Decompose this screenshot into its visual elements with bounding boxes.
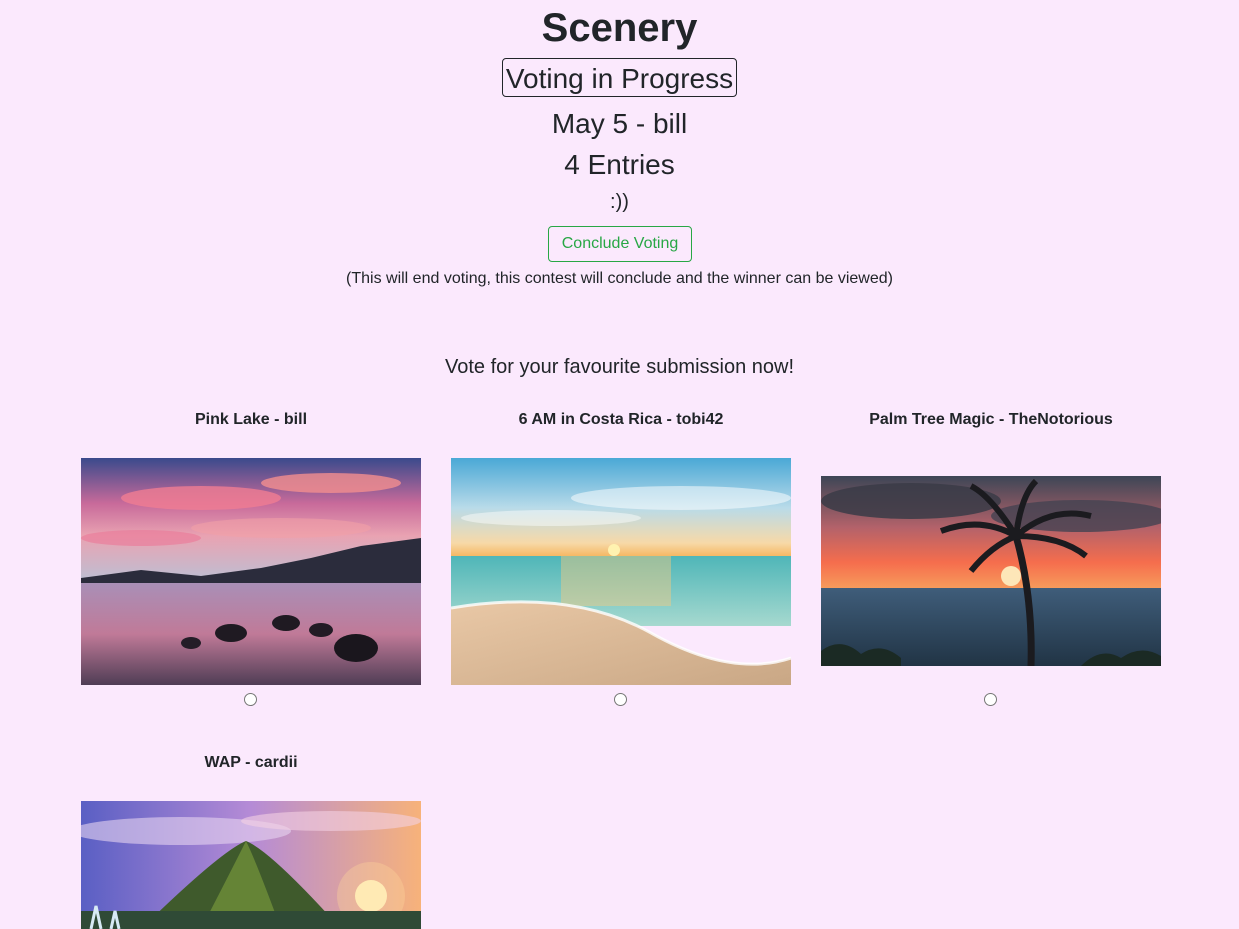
submission-image	[81, 801, 421, 929]
submission-card: WAP - cardii	[81, 0, 421, 929]
contest-page: Scenery Voting in Progress May 5 - bill …	[0, 0, 1239, 929]
submission-title: WAP - cardii	[204, 754, 298, 771]
vote-radio[interactable]	[984, 693, 997, 706]
submission-image	[451, 458, 791, 685]
submission-title: 6 AM in Costa Rica - tobi42	[518, 411, 724, 428]
vote-radio[interactable]	[614, 693, 627, 706]
submission-card: Palm Tree Magic - TheNotorious	[821, 0, 1161, 929]
submission-title: Palm Tree Magic - TheNotorious	[869, 411, 1113, 428]
submission-card: 6 AM in Costa Rica - tobi42	[451, 0, 791, 929]
submission-image	[821, 476, 1161, 666]
